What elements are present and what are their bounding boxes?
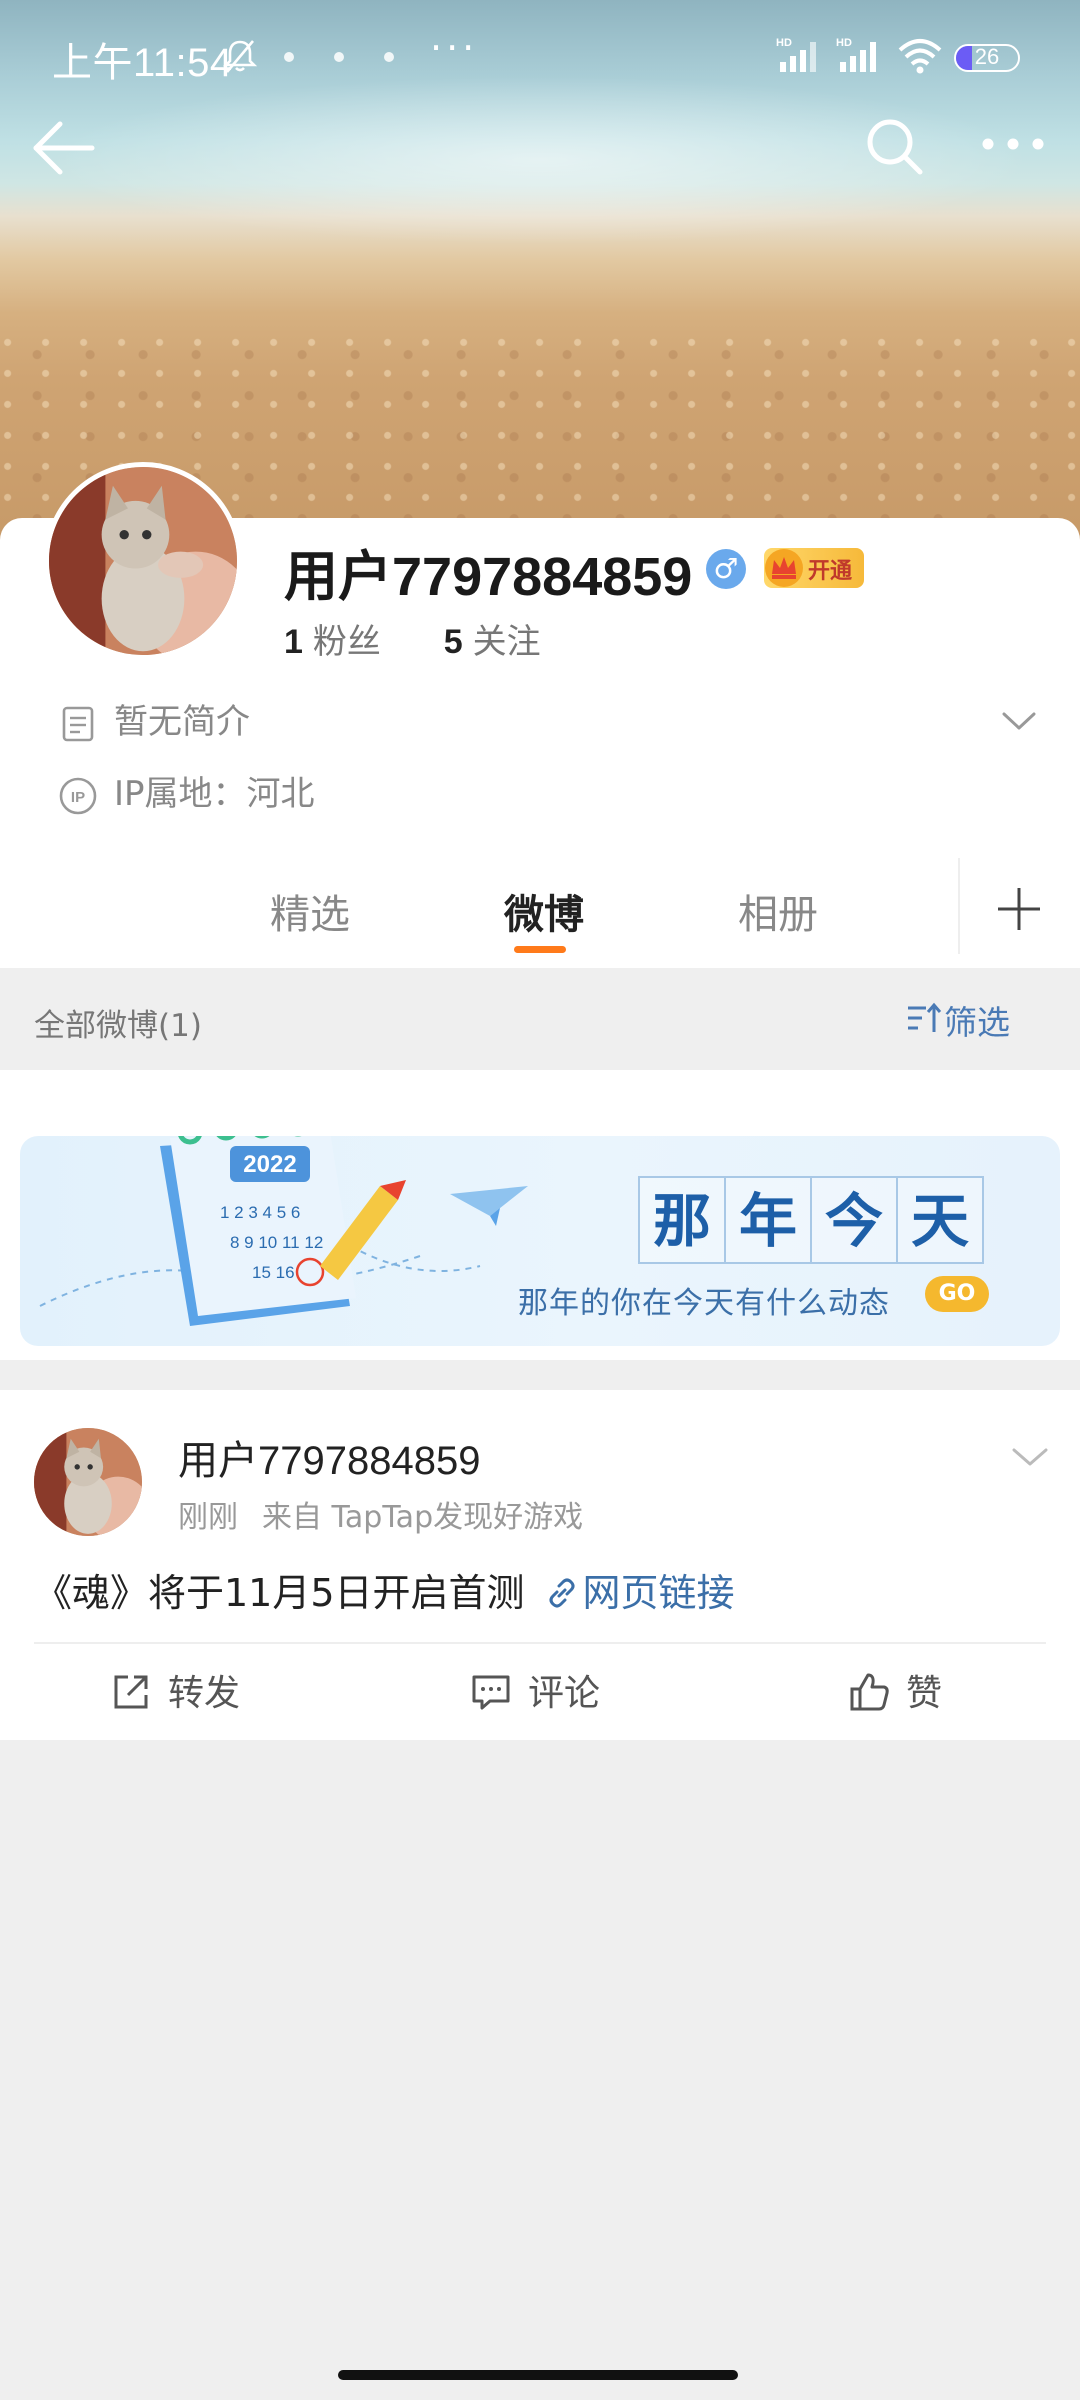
status-more-icon: ··· <box>430 26 479 70</box>
cat-avatar-image <box>34 1428 142 1536</box>
tab-album[interactable]: 相册 <box>738 882 818 940</box>
go-button[interactable]: GO <box>925 1276 989 1312</box>
comment-label: 评论 <box>528 1673 601 1714</box>
comment-button[interactable]: 评论 <box>470 1664 600 1716</box>
svg-text:HD: HD <box>776 37 792 49</box>
like-label: 赞 <box>906 1673 943 1714</box>
ip-location-row: IP IP属地：河北 <box>58 766 315 816</box>
on-this-day-subtitle: 那年的你在今天有什么动态 <box>518 1286 890 1321</box>
post-meta: 刚刚 来自 TapTap发现好游戏 <box>178 1492 583 1536</box>
crown-icon <box>765 549 803 587</box>
muted-bell-icon <box>222 40 258 73</box>
title-char: 那 <box>638 1176 726 1264</box>
cat-avatar-image <box>49 467 237 655</box>
comment-icon <box>472 1675 510 1710</box>
fans-label: 粉丝 <box>312 622 381 662</box>
battery-icon: 26 <box>954 44 1020 72</box>
profile-stats: 1 粉丝 5 关注 <box>284 614 593 663</box>
bio-row[interactable]: 暂无简介 <box>58 694 250 744</box>
bio-text: 暂无简介 <box>114 702 250 742</box>
post-author-avatar[interactable] <box>34 1428 142 1536</box>
svg-text:IP: IP <box>71 789 85 806</box>
status-bar: 上午11:54 ··· HD HD 26 <box>0 0 1080 110</box>
profile-tabs: 精选 微博 相册 <box>0 840 1080 968</box>
chevron-down-icon[interactable] <box>998 700 1040 742</box>
battery-percent: 26 <box>974 44 1000 69</box>
svg-text:15 16: 15 16 <box>252 1263 295 1282</box>
post-time: 刚刚 <box>178 1500 238 1535</box>
title-char: 年 <box>724 1176 812 1264</box>
web-link[interactable]: 网页链接 <box>545 1571 735 1615</box>
repost-label: 转发 <box>168 1673 241 1714</box>
ip-icon: IP <box>59 777 97 814</box>
svg-text:1 2 3 4 5 6: 1 2 3 4 5 6 <box>220 1203 300 1222</box>
tab-weibo[interactable]: 微博 <box>504 882 584 940</box>
home-indicator[interactable] <box>338 2370 738 2380</box>
svg-text:HD: HD <box>836 37 852 49</box>
svg-text:8 9 10 11 12: 8 9 10 11 12 <box>230 1233 323 1252</box>
repost-button[interactable]: 转发 <box>110 1664 240 1716</box>
fans-count: 1 <box>284 623 303 661</box>
svg-text:2022: 2022 <box>243 1151 296 1178</box>
vip-label: 开通 <box>808 559 853 584</box>
filter-bar: 全部微博(1) 筛选 <box>0 968 1080 1070</box>
on-this-day-banner[interactable]: 2022 1 2 3 4 5 6 8 9 10 11 12 15 16 那 年 … <box>20 1136 1060 1346</box>
post-author-name[interactable]: 用户7797884859 <box>178 1428 480 1486</box>
chevron-down-icon[interactable] <box>1010 1436 1050 1476</box>
title-char: 天 <box>896 1176 984 1264</box>
wifi-icon <box>898 39 942 74</box>
tab-divider <box>958 858 960 954</box>
ip-location-text: IP属地：河北 <box>114 774 315 814</box>
web-link-label: 网页链接 <box>582 1571 735 1615</box>
like-button[interactable]: 赞 <box>848 1664 942 1716</box>
following-label: 关注 <box>472 622 541 662</box>
search-icon[interactable] <box>862 114 926 178</box>
more-options-icon[interactable] <box>978 112 1048 176</box>
signal-hd-icon: HD <box>836 37 876 72</box>
thumbs-up-icon <box>850 1673 889 1711</box>
tab-featured[interactable]: 精选 <box>270 882 350 940</box>
status-time: 上午11:54 <box>52 41 233 85</box>
add-tab-icon[interactable] <box>990 880 1048 938</box>
post-source: 来自 TapTap发现好游戏 <box>262 1500 584 1535</box>
following-stat[interactable]: 5 关注 <box>444 614 541 663</box>
weibo-post-card[interactable]: 用户7797884859 刚刚 来自 TapTap发现好游戏 《魂》将于11月5日… <box>0 1390 1080 1740</box>
share-icon <box>114 1675 148 1709</box>
link-icon <box>549 1578 575 1608</box>
title-char: 今 <box>810 1176 898 1264</box>
profile-username: 用户7797884859 <box>284 547 693 607</box>
male-gender-icon: ♂ <box>706 549 746 589</box>
profile-avatar[interactable] <box>44 462 242 660</box>
signal-hd-icon: HD <box>776 37 816 72</box>
vip-open-badge[interactable]: 开通 <box>764 548 864 588</box>
document-icon <box>62 706 94 741</box>
post-text: 《魂》将于11月5日开启首测 <box>34 1571 525 1615</box>
fans-stat[interactable]: 1 粉丝 <box>284 614 381 663</box>
promo-section: 2022 1 2 3 4 5 6 8 9 10 11 12 15 16 那 年 … <box>0 1070 1080 1360</box>
following-count: 5 <box>443 623 463 661</box>
filter-button[interactable]: 筛选 <box>944 996 1010 1044</box>
notification-dot-icon <box>384 52 394 62</box>
calendar-illustration: 2022 1 2 3 4 5 6 8 9 10 11 12 15 16 <box>39 1136 528 1326</box>
on-this-day-title: 那 年 今 天 <box>638 1176 984 1264</box>
all-posts-count: 全部微博(1) <box>34 1008 202 1044</box>
post-divider <box>34 1642 1046 1644</box>
back-arrow-icon[interactable] <box>30 118 100 178</box>
notification-dot-icon <box>284 52 294 62</box>
active-tab-indicator <box>514 946 566 953</box>
filter-sort-icon[interactable] <box>906 1000 942 1036</box>
post-content: 《魂》将于11月5日开启首测 网页链接 <box>34 1562 735 1617</box>
notification-dot-icon <box>334 52 344 62</box>
